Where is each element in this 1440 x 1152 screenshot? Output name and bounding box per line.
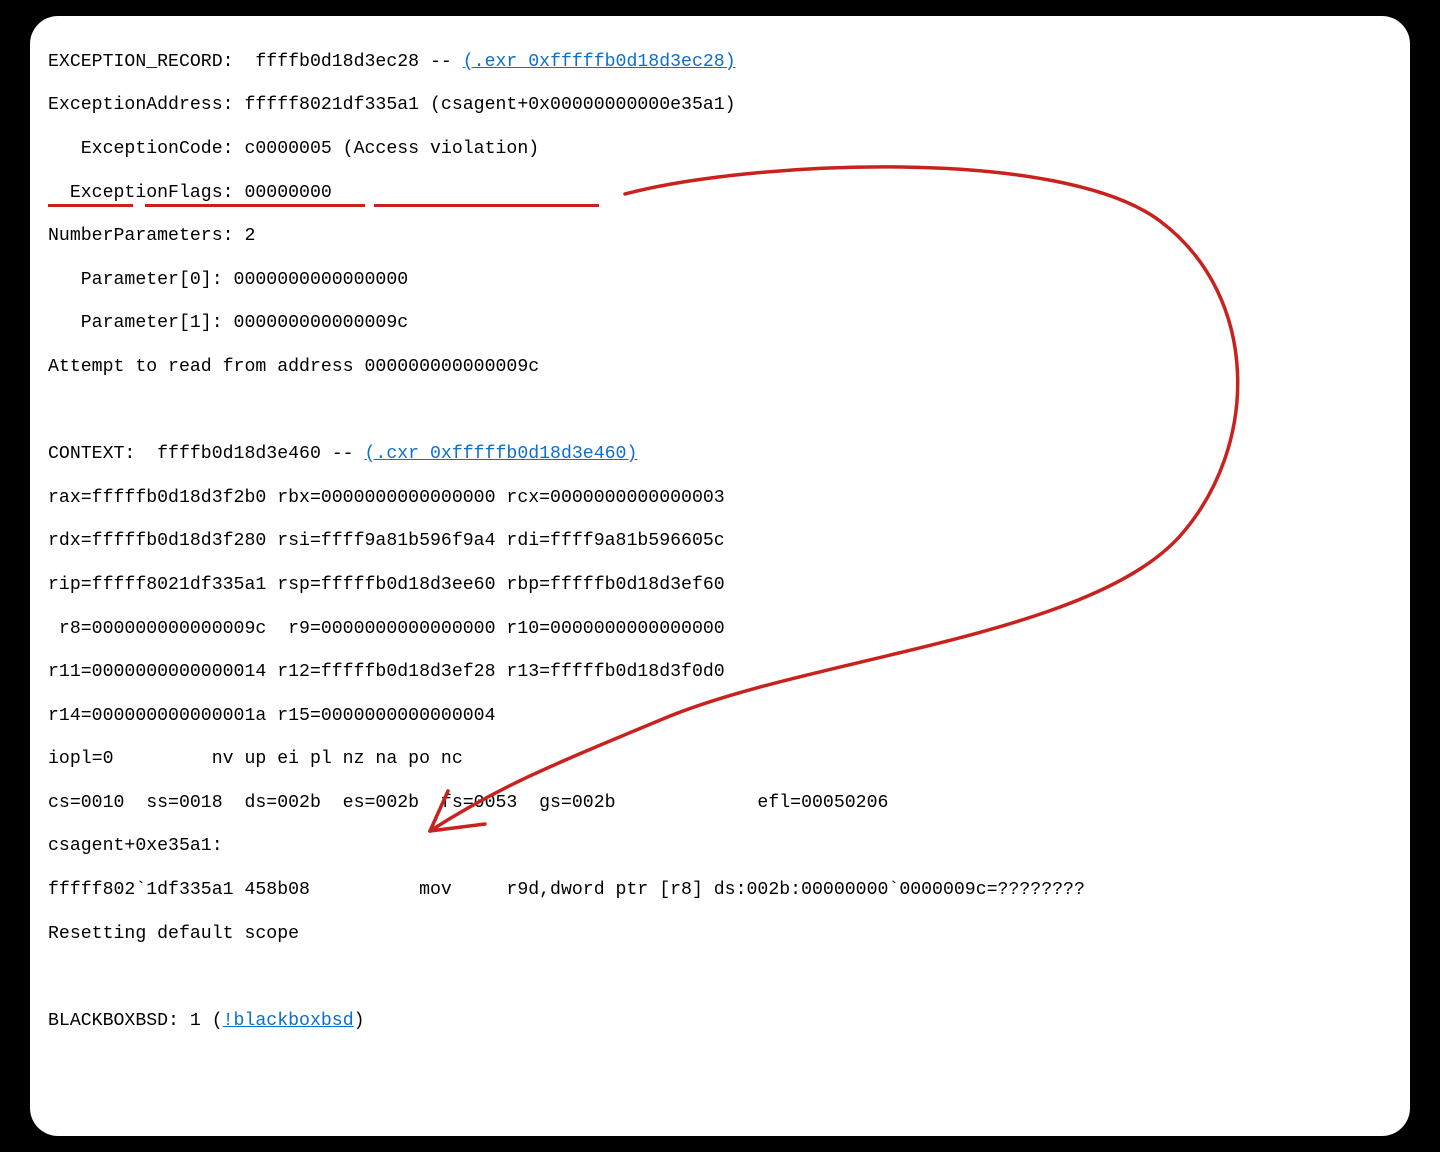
iopl-line: iopl=0 nv up ei pl nz na po nc [48,749,1410,771]
reg-rdx-line: rdx=fffffb0d18d3f280 rsi=ffff9a81b596f9a… [48,531,1410,553]
reg-rip-line: rip=fffff8021df335a1 rsp=fffffb0d18d3ee6… [48,575,1410,597]
reg-r11-line: r11=0000000000000014 r12=fffffb0d18d3ef2… [48,662,1410,684]
attempt-read-line: Attempt to read from address 00000000000… [48,357,1410,379]
number-parameters-line: NumberParameters: 2 [48,226,1410,248]
debugger-output-panel: EXCEPTION_RECORD: ffffb0d18d3ec28 -- (.e… [30,16,1410,1136]
exception-flags-line: ExceptionFlags: 00000000 [48,183,1410,205]
annotation-underline-1 [48,204,133,207]
exception-address-line: ExceptionAddress: fffff8021df335a1 (csag… [48,95,1410,117]
exception-code-line: ExceptionCode: c0000005 (Access violatio… [48,139,1410,161]
reg-r8-line: r8=000000000000009c r9=0000000000000000 … [48,619,1410,641]
reg-r14-line: r14=000000000000001a r15=000000000000000… [48,706,1410,728]
exception-record-text: EXCEPTION_RECORD: ffffb0d18d3ec28 -- [48,52,463,72]
blank-3b [48,1098,1410,1120]
parameter-1-line: Parameter[1]: 000000000000009c [48,313,1410,335]
cxr-link[interactable]: (.cxr 0xfffffb0d18d3e460) [365,444,638,464]
exr-link[interactable]: (.exr 0xfffffb0d18d3ec28) [463,52,736,72]
context-text: CONTEXT: ffffb0d18d3e460 -- [48,444,365,464]
blank-3 [48,1054,1410,1076]
annotation-underline-3 [374,204,599,207]
blackboxbsd-link[interactable]: !blackboxbsd [223,1011,354,1031]
close-paren-1: ) [354,1011,365,1031]
parameter-0-line: Parameter[0]: 0000000000000000 [48,270,1410,292]
annotation-underline-2 [145,204,365,207]
blank-1 [48,401,1410,423]
blackboxbsd-label: BLACKBOXBSD: 1 ( [48,1011,223,1031]
exception-record-line: EXCEPTION_RECORD: ffffb0d18d3ec28 -- (.e… [48,52,1410,74]
context-line: CONTEXT: ffffb0d18d3e460 -- (.cxr 0xffff… [48,444,1410,466]
reg-rax-line: rax=fffffb0d18d3f2b0 rbx=000000000000000… [48,488,1410,510]
segments-line: cs=0010 ss=0018 ds=002b es=002b fs=0053 … [48,793,1410,815]
reset-scope-line: Resetting default scope [48,924,1410,946]
csagent-line: csagent+0xe35a1: [48,836,1410,858]
instruction-line: fffff802`1df335a1 458b08 mov r9d,dword p… [48,880,1410,902]
blank-2 [48,967,1410,989]
blackboxbsd-line: BLACKBOXBSD: 1 (!blackboxbsd) [48,1011,1410,1033]
